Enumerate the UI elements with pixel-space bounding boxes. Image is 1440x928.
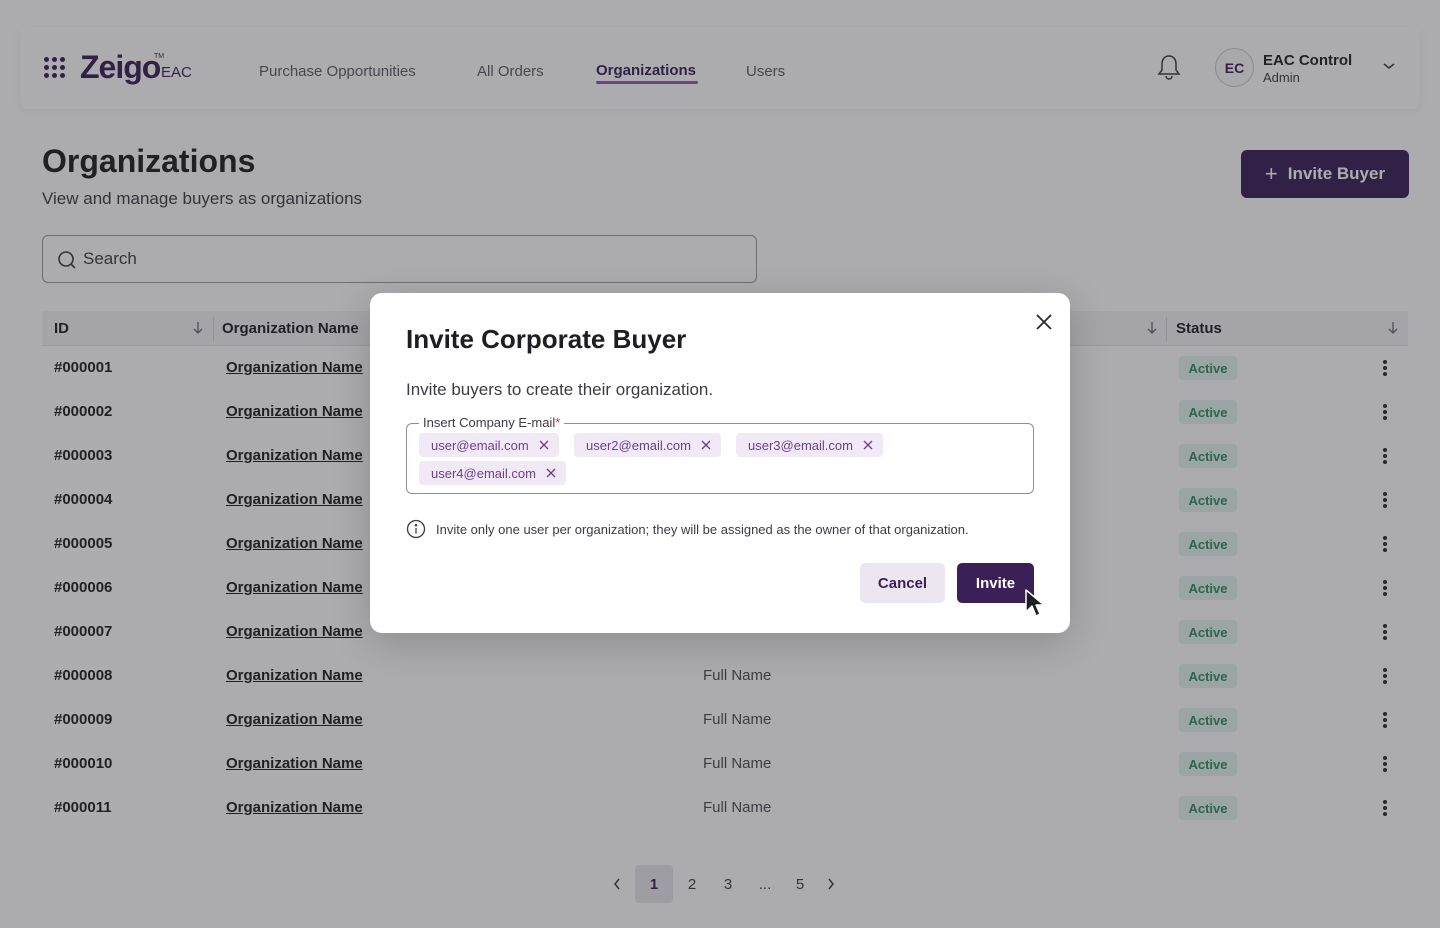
cancel-button[interactable]: Cancel bbox=[860, 563, 945, 603]
remove-email-icon[interactable] bbox=[546, 468, 556, 478]
dialog-description: Invite buyers to create their organizati… bbox=[406, 380, 714, 399]
info-icon bbox=[406, 519, 426, 539]
remove-email-icon[interactable] bbox=[863, 440, 873, 450]
email-field-label: Insert Company E-mail* bbox=[419, 415, 565, 430]
email-chip-label: user2@email.com bbox=[586, 437, 691, 453]
email-input-field[interactable]: Insert Company E-mail* user@email.com us… bbox=[406, 415, 1034, 494]
remove-email-icon[interactable] bbox=[701, 440, 711, 450]
dialog-title: Invite Corporate Buyer bbox=[406, 324, 687, 354]
required-marker: * bbox=[555, 415, 561, 430]
email-chip-label: user@email.com bbox=[431, 437, 529, 453]
email-chip: user3@email.com bbox=[736, 433, 883, 457]
email-chip-label: user4@email.com bbox=[431, 465, 536, 481]
email-chip: user@email.com bbox=[419, 433, 559, 457]
info-text: Invite only one user per organization; t… bbox=[436, 521, 969, 537]
invite-buyer-dialog: Invite Corporate Buyer Invite buyers to … bbox=[370, 293, 1070, 633]
email-chip: user4@email.com bbox=[419, 461, 566, 485]
email-chip-label: user3@email.com bbox=[748, 437, 853, 453]
remove-email-icon[interactable] bbox=[539, 440, 549, 450]
close-icon[interactable] bbox=[1034, 312, 1054, 332]
mouse-pointer-icon bbox=[1025, 589, 1045, 617]
info-note: Invite only one user per organization; t… bbox=[406, 519, 969, 539]
email-chip: user2@email.com bbox=[574, 433, 721, 457]
invite-button[interactable]: Invite bbox=[957, 563, 1034, 603]
